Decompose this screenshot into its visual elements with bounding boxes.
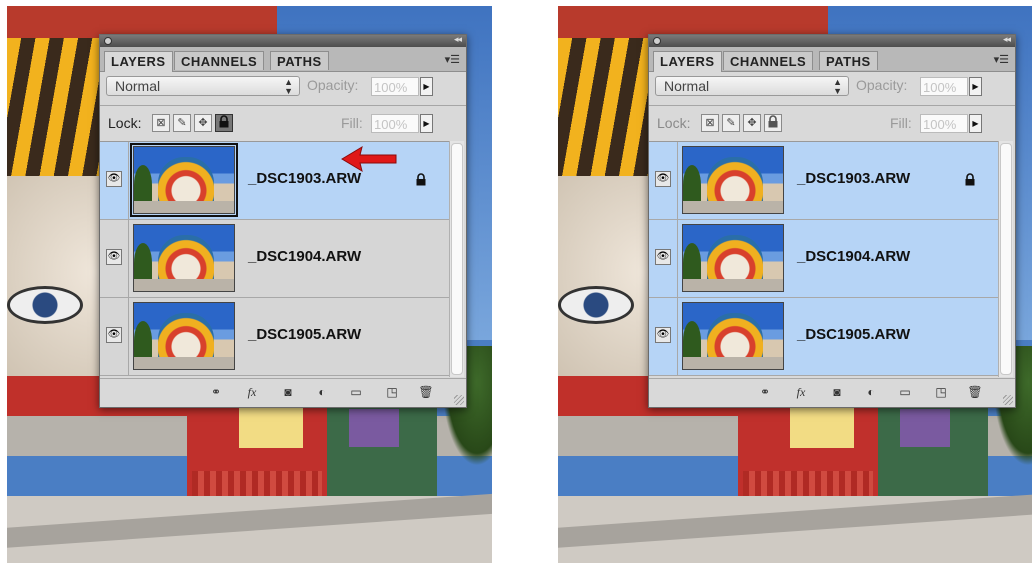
fill-field[interactable]: 100% [920, 114, 968, 133]
fill-field[interactable]: 100% [371, 114, 419, 133]
lock-position-button[interactable]: ✥ [194, 114, 212, 132]
tab-channels[interactable]: CHANNELS [723, 51, 814, 70]
panel-titlebar[interactable]: ◂◂ [100, 34, 466, 47]
tab-paths[interactable]: PATHS [270, 51, 329, 70]
red-arrow-annotation-icon [341, 145, 397, 173]
close-icon[interactable] [653, 37, 661, 45]
fill-slider-button[interactable]: ▶ [420, 114, 433, 133]
lock-transparent-pixels-button[interactable]: ⊠ [701, 114, 719, 132]
layers-list: 👁 _DSC1903.ARW 👁 _DSC1904.ARW 👁 _DSC1905… [649, 141, 998, 378]
close-icon[interactable] [104, 37, 112, 45]
layer-lock-icon [416, 173, 426, 186]
lock-icon [219, 115, 229, 128]
link-icon[interactable]: ⚭ [757, 385, 773, 399]
folder-icon[interactable]: ▭ [348, 385, 364, 399]
adjustment-icon[interactable]: ◐ [863, 385, 879, 399]
layers-panel-left: ◂◂ LAYERS CHANNELS PATHS ▾☰ Normal ▲ ▼ Op… [99, 34, 467, 408]
lock-label: Lock: [657, 115, 691, 131]
lock-label: Lock: [108, 115, 142, 131]
panel-tabs: LAYERS CHANNELS PATHS ▾☰ [100, 47, 466, 72]
layer-name[interactable]: _DSC1903.ARW [797, 170, 910, 187]
mask-icon[interactable]: ◙ [280, 385, 296, 399]
fill-label: Fill: [341, 115, 363, 131]
fx-icon[interactable]: fx [244, 385, 260, 399]
layer-thumbnail[interactable] [682, 224, 784, 292]
layer-thumbnail[interactable] [133, 302, 235, 370]
opacity-slider-button[interactable]: ▶ [420, 77, 433, 96]
tab-paths[interactable]: PATHS [819, 51, 878, 70]
updown-arrows-icon: ▲ ▼ [284, 77, 293, 96]
tab-layers[interactable]: LAYERS [104, 51, 173, 72]
lock-transparent-pixels-button[interactable]: ⊠ [152, 114, 170, 132]
panel-tabs: LAYERS CHANNELS PATHS ▾☰ [649, 47, 1015, 72]
layer-name[interactable]: _DSC1905.ARW [797, 326, 910, 343]
opacity-field[interactable]: 100% [920, 77, 968, 96]
visibility-eye-icon[interactable]: 👁 [655, 327, 671, 343]
layer-lock-icon [965, 173, 975, 186]
layer-row[interactable]: 👁 _DSC1904.ARW [100, 220, 449, 298]
trash-icon[interactable]: 🗑 [418, 385, 434, 399]
visibility-eye-icon[interactable]: 👁 [655, 171, 671, 187]
new-layer-icon[interactable]: ◳ [384, 385, 400, 399]
trash-icon[interactable]: 🗑 [967, 385, 983, 399]
visibility-eye-icon[interactable]: 👁 [106, 327, 122, 343]
layer-thumbnail[interactable] [682, 146, 784, 214]
panel-menu-icon[interactable]: ▾☰ [445, 53, 460, 66]
layer-thumbnail[interactable] [682, 302, 784, 370]
fx-icon[interactable]: fx [793, 385, 809, 399]
layer-thumbnail[interactable] [130, 143, 238, 217]
panel-footer: ⚭ fx ◙ ◐ ▭ ◳ 🗑 [100, 378, 466, 407]
adjustment-icon[interactable]: ◐ [314, 385, 330, 399]
lock-image-pixels-button[interactable]: ✎ [173, 114, 191, 132]
folder-icon[interactable]: ▭ [897, 385, 913, 399]
mask-icon[interactable]: ◙ [829, 385, 845, 399]
opacity-label: Opacity: [307, 77, 359, 93]
blend-mode-select[interactable]: Normal ▲ ▼ [106, 76, 300, 96]
layer-name[interactable]: _DSC1904.ARW [248, 248, 361, 265]
new-layer-icon[interactable]: ◳ [933, 385, 949, 399]
fill-label: Fill: [890, 115, 912, 131]
layer-row[interactable]: 👁 _DSC1905.ARW [649, 298, 998, 376]
lock-all-button[interactable] [215, 114, 233, 132]
layer-row[interactable]: 👁 _DSC1904.ARW [649, 220, 998, 298]
opacity-field[interactable]: 100% [371, 77, 419, 96]
layer-name[interactable]: _DSC1905.ARW [248, 326, 361, 343]
lock-all-button[interactable] [764, 114, 782, 132]
resize-grip[interactable] [1003, 395, 1013, 405]
opacity-label: Opacity: [856, 77, 908, 93]
panel-menu-icon[interactable]: ▾☰ [994, 53, 1009, 66]
opacity-slider-button[interactable]: ▶ [969, 77, 982, 96]
layer-name[interactable]: _DSC1904.ARW [797, 248, 910, 265]
panel-titlebar[interactable]: ◂◂ [649, 34, 1015, 47]
visibility-eye-icon[interactable]: 👁 [655, 249, 671, 265]
layer-row[interactable]: 👁 _DSC1903.ARW [649, 142, 998, 220]
layers-list: 👁 _DSC1903.ARW 👁 _DSC1904.ARW 👁 _DSC1905… [100, 141, 449, 378]
layers-scrollbar[interactable] [449, 141, 464, 377]
lock-position-button[interactable]: ✥ [743, 114, 761, 132]
collapse-icon[interactable]: ◂◂ [1003, 34, 1011, 45]
visibility-eye-icon[interactable]: 👁 [106, 249, 122, 265]
link-icon[interactable]: ⚭ [208, 385, 224, 399]
visibility-eye-icon[interactable]: 👁 [106, 171, 122, 187]
lock-image-pixels-button[interactable]: ✎ [722, 114, 740, 132]
layer-thumbnail[interactable] [133, 224, 235, 292]
tab-channels[interactable]: CHANNELS [174, 51, 265, 70]
tab-layers[interactable]: LAYERS [653, 51, 722, 72]
layers-panel-right: ◂◂ LAYERS CHANNELS PATHS ▾☰ Normal ▲ ▼ Op… [648, 34, 1016, 408]
fill-slider-button[interactable]: ▶ [969, 114, 982, 133]
panel-footer: ⚭ fx ◙ ◐ ▭ ◳ 🗑 [649, 378, 1015, 407]
layer-row[interactable]: 👁 _DSC1905.ARW [100, 298, 449, 376]
collapse-icon[interactable]: ◂◂ [454, 34, 462, 45]
blend-mode-select[interactable]: Normal ▲ ▼ [655, 76, 849, 96]
resize-grip[interactable] [454, 395, 464, 405]
updown-arrows-icon: ▲ ▼ [833, 77, 842, 96]
lock-icon [768, 115, 778, 128]
layers-scrollbar[interactable] [998, 141, 1013, 377]
